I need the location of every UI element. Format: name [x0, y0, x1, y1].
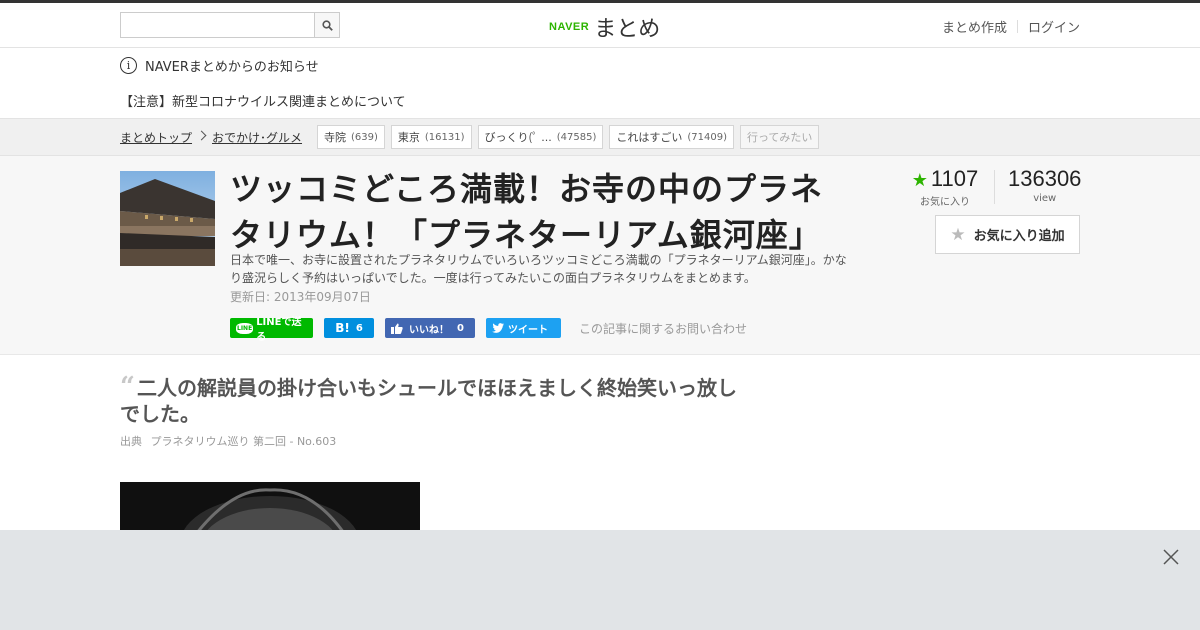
search-button[interactable]	[314, 13, 339, 37]
notice-item-link[interactable]: 【注意】新型コロナウイルス関連まとめについて	[120, 91, 406, 110]
login-link[interactable]: ログイン	[1028, 17, 1080, 36]
thumbs-up-icon	[391, 323, 403, 334]
add-favorite-button[interactable]: ★ お気に入り追加	[935, 215, 1080, 254]
tag-item[interactable]: 寺院 (639)	[317, 125, 385, 149]
twitter-bird-icon	[492, 323, 504, 333]
tag-item[interactable]: 東京 (16131)	[390, 125, 472, 149]
tweet-button[interactable]: ツイート	[486, 318, 561, 338]
quote-text: 二人の解説員の掛け合いもシュールでほほえましく終始笑いっ放しでした。	[120, 376, 737, 426]
source-link[interactable]: プラネタリウム巡り 第二回 - No.603	[151, 435, 337, 448]
article-description: 日本で唯一、お寺に設置されたプラネタリウムでいろいろツッコミどころ満載の「プラネ…	[230, 253, 847, 285]
temple-image	[120, 171, 215, 266]
chevron-right-icon	[196, 130, 207, 141]
article-header: ツッコミどころ満載！お寺の中のプラネタリウム！「プラネターリアム銀河座」 日本で…	[0, 156, 1200, 355]
tag-item[interactable]: これはすごい (71409)	[609, 125, 734, 149]
notice-title: NAVERまとめからのお知らせ	[145, 60, 319, 75]
naver-matome-logo[interactable]: NAVER まとめ	[549, 11, 660, 43]
line-share-button[interactable]: LINE LINEで送る	[230, 317, 313, 343]
tag-item[interactable]: びっくり(ﾟ ... (47585)	[477, 125, 604, 149]
star-icon: ★	[950, 224, 966, 245]
tag-list: 寺院 (639) 東京 (16131) びっくり(ﾟ ... (47585) これはす…	[317, 125, 820, 149]
line-icon: LINE	[236, 322, 254, 334]
tag-label: 行ってみたい	[746, 131, 813, 144]
inquiry-link[interactable]: この記事に関するお問い合わせ	[579, 320, 747, 337]
article-title: ツッコミどころ満載！お寺の中のプラネタリウム！「プラネターリアム銀河座」	[230, 170, 824, 254]
breadcrumb-category[interactable]: おでかけ･グルメ	[212, 129, 302, 146]
add-favorite-label: お気に入り追加	[973, 229, 1065, 244]
search-input[interactable]	[121, 13, 314, 37]
views-count: 136306	[1008, 166, 1082, 191]
logo-naver-text: NAVER	[549, 21, 590, 33]
tag-label: これはすごい	[616, 131, 683, 144]
facebook-like-count: 0	[457, 322, 464, 334]
quote-mark-icon: “	[120, 372, 135, 402]
tweet-label: ツイート	[508, 324, 548, 336]
divider	[1016, 20, 1018, 33]
quote-source: 出典 プラネタリウム巡り 第二回 - No.603	[120, 433, 336, 449]
tag-count: (47585)	[556, 131, 597, 143]
close-icon[interactable]	[1162, 548, 1180, 566]
line-share-label: LINEで送る	[256, 317, 302, 343]
facebook-like-label: いいね！	[409, 324, 449, 336]
tag-label: びっくり(ﾟ ...	[484, 131, 552, 144]
hatena-bookmark-button[interactable]: B! 6	[324, 318, 374, 338]
logo-matome-text: まとめ	[594, 17, 661, 42]
tag-label: 東京	[397, 131, 420, 144]
breadcrumb-bar: まとめトップ おでかけ･グルメ 寺院 (639) 東京 (16131) びっくり(ﾟ…	[0, 118, 1200, 156]
notice-heading: i NAVERまとめからのお知らせ	[120, 56, 319, 75]
header-links: まとめ作成 ログイン	[942, 17, 1080, 36]
facebook-like-button[interactable]: いいね！ 0	[385, 318, 475, 338]
hatena-count: 6	[355, 322, 363, 334]
search-icon	[321, 19, 333, 31]
tag-item[interactable]: 行ってみたい	[739, 125, 820, 149]
views-label: view	[1033, 193, 1057, 204]
ad-overlay	[0, 530, 1200, 630]
search-box	[120, 12, 340, 38]
tag-label: 寺院	[324, 131, 346, 144]
info-icon: i	[120, 57, 137, 74]
article-stats: ★ 1107 お気に入り 136306 view	[910, 166, 1082, 208]
favorites-stat: ★ 1107 お気に入り	[910, 166, 980, 208]
breadcrumb-top[interactable]: まとめトップ	[120, 129, 192, 146]
star-icon: ★	[911, 170, 928, 190]
tag-count: (639)	[351, 131, 378, 143]
favorites-count: 1107	[930, 166, 979, 191]
create-matome-link[interactable]: まとめ作成	[942, 17, 1007, 36]
divider	[994, 170, 995, 204]
favorites-label: お気に入り	[920, 197, 970, 208]
views-stat: 136306 view	[1008, 166, 1081, 208]
hatena-icon: B!	[335, 321, 350, 335]
share-buttons: LINE LINEで送る B! 6 いいね！ 0 ツイート この記事に関するお問…	[230, 317, 747, 343]
tag-count: (16131)	[424, 131, 465, 143]
updated-date: 更新日: 2013年09月07日	[230, 290, 371, 304]
article-thumbnail[interactable]	[120, 171, 215, 266]
tag-count: (71409)	[687, 131, 727, 143]
quote-block: “二人の解説員の掛け合いもシュールでほほえましく終始笑いっ放しでした。	[120, 374, 750, 427]
source-label: 出典	[120, 435, 142, 448]
top-bar: NAVER まとめ まとめ作成 ログイン	[0, 0, 1200, 48]
